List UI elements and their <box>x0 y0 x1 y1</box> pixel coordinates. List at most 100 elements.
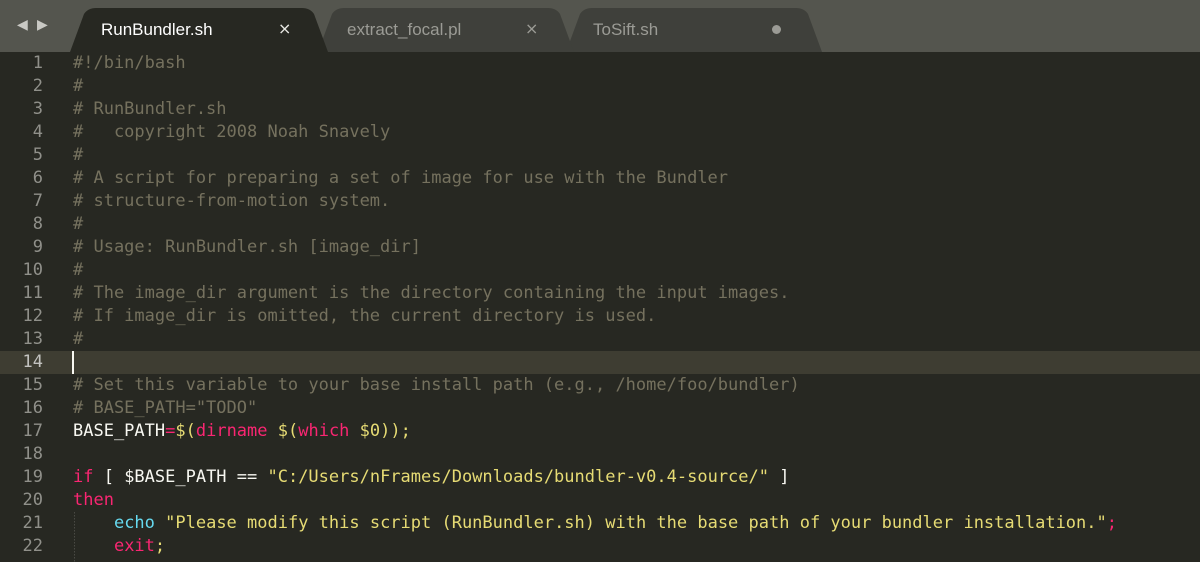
line-number: 2 <box>32 76 43 96</box>
line-number: 21 <box>22 513 43 533</box>
tab-close-icon[interactable]: × <box>278 18 291 40</box>
code-line[interactable]: 19 if [ $BASE_PATH == "C:/Users/nFrames/D… <box>0 466 1200 489</box>
code-line[interactable]: 17 BASE_PATH=$(dirname $(which $0)); <box>0 420 1200 443</box>
line-number: 10 <box>22 260 43 280</box>
nav-back-icon[interactable]: ◀ <box>17 16 28 34</box>
code-token-string: "Please modify this script (RunBundler.s… <box>154 513 1107 533</box>
line-number: 11 <box>22 283 43 303</box>
code-line[interactable]: 7 # structure-from-motion system. <box>0 190 1200 213</box>
code-line[interactable]: 18 <box>0 443 1200 466</box>
tab-label-extract-focal[interactable]: extract_focal.pl <box>347 19 461 41</box>
code-token-comment: # The image_dir argument is the director… <box>73 283 790 303</box>
code-line[interactable]: 4 # copyright 2008 Noah Snavely <box>0 121 1200 144</box>
code-line[interactable]: 22 exit; <box>0 535 1200 558</box>
code-token-builtin: echo <box>113 513 155 533</box>
line-code: # <box>73 144 83 167</box>
line-number: 12 <box>22 306 43 326</box>
line-code: # Set this variable to your base install… <box>73 374 800 397</box>
code-token-keyword: if <box>73 467 94 487</box>
code-line[interactable]: 9 # Usage: RunBundler.sh [image_dir] <box>0 236 1200 259</box>
line-number: 22 <box>22 536 43 556</box>
code-line[interactable]: 10 # <box>0 259 1200 282</box>
code-token-string: $( <box>175 421 196 441</box>
line-code: # If image_dir is omitted, the current d… <box>73 305 656 328</box>
line-code: BASE_PATH=$(dirname $(which $0)); <box>73 420 411 443</box>
line-code: echo "Please modify this script (RunBund… <box>73 512 1117 535</box>
line-number: 7 <box>32 191 43 211</box>
line-number: 16 <box>22 398 43 418</box>
code-line[interactable]: 11 # The image_dir argument is the direct… <box>0 282 1200 305</box>
line-code: #!/bin/bash <box>73 52 186 75</box>
line-code: if [ $BASE_PATH == "C:/Users/nFrames/Dow… <box>73 466 789 489</box>
line-number: 4 <box>32 122 43 142</box>
code-line[interactable]: 13 # <box>0 328 1200 351</box>
line-code: # A script for preparing a set of image … <box>73 167 728 190</box>
line-code: # <box>73 213 83 236</box>
code-token-comment: # Usage: RunBundler.sh [image_dir] <box>73 237 421 257</box>
code-line[interactable]: 6 # A script for preparing a set of image… <box>0 167 1200 190</box>
line-number: 15 <box>22 375 43 395</box>
code-line[interactable]: 2 # <box>0 75 1200 98</box>
line-number: 19 <box>22 467 43 487</box>
line-code: # structure-from-motion system. <box>73 190 390 213</box>
line-code: # BASE_PATH="TODO" <box>73 397 257 420</box>
code-token-comment: # If image_dir is omitted, the current d… <box>73 306 657 326</box>
line-code: # The image_dir argument is the director… <box>73 282 789 305</box>
code-line[interactable]: 5 # <box>0 144 1200 167</box>
tab-close-icon[interactable]: × <box>525 18 538 40</box>
code-line[interactable]: 20 then <box>0 489 1200 512</box>
code-editor[interactable]: 1 #!/bin/bash 2 #3 # RunBundler.sh 4 # copyrig… <box>0 52 1200 562</box>
code-token-string: ; <box>154 536 166 556</box>
code-token-comment: #!/bin/bash <box>73 53 186 73</box>
text-cursor <box>72 351 74 374</box>
code-token-comment: # structure-from-motion system. <box>73 191 391 211</box>
code-token-keyword: exit <box>113 536 155 556</box>
line-number: 13 <box>22 329 43 349</box>
code-token-comment: # copyright 2008 Noah Snavely <box>73 122 391 142</box>
line-code: exit; <box>73 535 165 558</box>
code-line[interactable]: 1 #!/bin/bash <box>0 52 1200 75</box>
code-token-keyword: which <box>298 421 350 441</box>
code-token-comment: # Set this variable to your base install… <box>73 375 800 395</box>
line-number: 1 <box>32 53 43 73</box>
tab-label-runbundler[interactable]: RunBundler.sh <box>101 19 213 41</box>
code-line[interactable]: 12 # If image_dir is omitted, the current… <box>0 305 1200 328</box>
code-token-comment: # <box>73 76 84 96</box>
code-token-keyword: then <box>73 490 114 510</box>
nav-forward-icon[interactable]: ▶ <box>37 16 48 34</box>
line-number: 3 <box>32 99 43 119</box>
line-code: # <box>73 328 83 351</box>
tab-label-tosift[interactable]: ToSift.sh <box>593 19 658 41</box>
line-number: 18 <box>22 444 43 464</box>
line-code: # RunBundler.sh <box>73 98 227 121</box>
line-number: 5 <box>32 145 43 165</box>
code-token-keyword: ; <box>1106 513 1117 533</box>
code-token-comment: # <box>73 214 84 234</box>
tab-modified-dot-icon[interactable] <box>772 25 781 34</box>
code-token-text: ] <box>769 467 790 487</box>
code-line[interactable]: 15 # Set this variable to your base insta… <box>0 374 1200 397</box>
code-line[interactable]: 14 <box>0 351 1200 374</box>
line-number: 8 <box>32 214 43 234</box>
code-token-keyword: dirname <box>195 421 268 441</box>
code-token-text: [ $BASE_PATH == <box>93 467 268 487</box>
code-token-comment: # BASE_PATH="TODO" <box>73 398 258 418</box>
code-line[interactable]: 3 # RunBundler.sh <box>0 98 1200 121</box>
code-token-comment: # A script for preparing a set of image … <box>73 168 729 188</box>
code-line[interactable]: 21 echo "Please modify this script (RunB… <box>0 512 1200 535</box>
code-token-comment: # <box>73 145 84 165</box>
line-code: # copyright 2008 Noah Snavely <box>73 121 390 144</box>
line-number: 14 <box>22 352 43 372</box>
code-token-string: $0)); <box>349 421 411 441</box>
code-line[interactable]: 8 # <box>0 213 1200 236</box>
code-token-text: BASE_PATH <box>73 421 166 441</box>
code-token-string: $( <box>267 421 299 441</box>
code-line[interactable]: 16 # BASE_PATH="TODO" <box>0 397 1200 420</box>
code-token-comment: # RunBundler.sh <box>73 99 227 119</box>
code-token-string: "C:/Users/nFrames/Downloads/bundler-v0.4… <box>267 467 769 487</box>
line-number: 6 <box>32 168 43 188</box>
line-number: 9 <box>32 237 43 257</box>
line-code: then <box>73 489 114 512</box>
